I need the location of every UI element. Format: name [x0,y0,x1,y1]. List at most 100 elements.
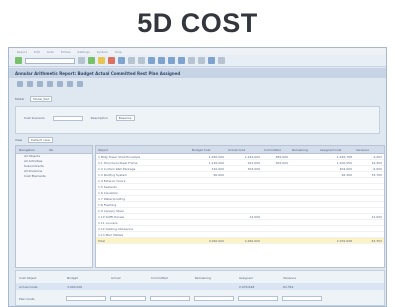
grid-cell-object: 1.9 Canopy Steel [98,208,124,213]
view-row: View Default view [15,137,53,143]
summary-input[interactable] [110,296,146,301]
summary-input[interactable] [150,296,190,301]
refresh-icon[interactable] [27,80,33,87]
summary-cell: 63,352 [283,284,294,289]
model-row: Model Model_Part [15,96,53,102]
grid-cell-object: 1.3 Roofing System [98,172,128,177]
grid-cell-object: 1.6 Insulation [98,190,119,195]
scenario-dropdown[interactable] [52,115,83,121]
menubar: Report Edit Goto Extras Settings System … [9,48,386,55]
col-header-budget[interactable]: Budget Cost [190,148,226,152]
command-field[interactable] [25,57,75,64]
tree-item[interactable]: Cost Elements [16,174,92,179]
scenario-label: Cost Scenario [24,116,45,120]
summary-input[interactable] [66,296,106,301]
erp-window: Report Edit Goto Extras Settings System … [8,47,387,307]
application-toolbar [9,79,386,88]
total-row[interactable]: Total 3,040,000 2,460,000 2,976,648 63,352 [96,238,384,244]
grid-cell-value: 12,000 [249,214,261,219]
summary-cell: 2,976,648 [239,284,255,289]
grid-cell-value: 33,700 [371,172,383,177]
dropdown-icon[interactable] [78,57,85,64]
view-label: View [15,138,23,142]
summary-header: Cost Object Budget Actual Committed Rema… [16,274,384,281]
tree-header: Navigation No. [16,146,92,154]
sort-icon[interactable] [47,80,53,87]
summary-header-assigned: Assigned [239,275,253,280]
tree-header-navigation[interactable]: Navigation [19,148,35,152]
export-icon[interactable] [67,80,73,87]
save-icon[interactable] [88,57,95,64]
description-field[interactable]: Baseline [115,115,135,121]
grid-cell-object: 1.1 Structural Steel Frame [98,160,138,165]
screen-titlebar: Annular Arithmetic Report: Budget Actual… [9,68,386,78]
print-icon[interactable] [118,57,125,64]
summary-input[interactable] [194,296,234,301]
first-page-icon[interactable] [148,57,155,64]
help-icon[interactable] [208,57,215,64]
menu-item-settings[interactable]: Settings [77,50,89,54]
grid-cell-value: 1,450,000 [208,154,224,159]
summary-input[interactable] [238,296,278,301]
grid-cell-object: 1 Bldg Tower Shell Envelope [98,154,141,159]
model-field[interactable]: Model_Part [30,96,53,102]
navigation-tree: Navigation No. All Objects All Activitie… [15,145,93,268]
col-header-object[interactable]: Object [96,148,190,152]
col-header-committed[interactable]: Committed [262,148,290,152]
view-field[interactable]: Default view [28,137,53,143]
settings-icon[interactable] [77,80,83,87]
col-header-variance[interactable]: Variance [354,148,384,152]
summary-header-actual: Actual [111,275,121,280]
selection-panel: Cost Scenario Description Baseline [15,106,380,134]
layout-icon[interactable] [218,57,225,64]
cancel-icon[interactable] [108,57,115,64]
grid-cell-value: 19,450 [371,160,383,165]
summary-row-actual: Actual Costs 3,040,000 2,976,648 63,352 [16,283,384,290]
menu-item-report[interactable]: Report [17,50,27,54]
col-header-assigned[interactable]: Assigned Cost [318,148,354,152]
menu-item-goto[interactable]: Goto [47,50,54,54]
back-icon[interactable] [98,57,105,64]
menu-item-extras[interactable]: Extras [61,50,70,54]
grid-cell-value: 2,460,000 [244,238,260,243]
grid-cell-value: 402,000 [275,160,288,165]
grid-cell-value: 4,202 [373,154,382,159]
model-label: Model [15,97,25,101]
tree-header-no[interactable]: No. [49,148,54,152]
menu-item-help[interactable]: Help [115,50,122,54]
execute-icon[interactable] [17,80,23,87]
menu-item-edit[interactable]: Edit [34,50,40,54]
sum-icon[interactable] [57,80,63,87]
summary-panel: Cost Object Budget Actual Committed Rema… [15,270,385,306]
page-header: 5D COST [0,0,395,47]
summary-header-budget: Budget [67,275,78,280]
grid-cell-value: 60,000 [213,172,225,177]
filter-icon[interactable] [37,80,43,87]
summary-row-plan: Plan Costs [16,295,384,302]
find-icon[interactable] [128,57,135,64]
grid-cell-object: 1.7 Waterproofing [98,196,126,201]
col-header-remaining[interactable]: Remaining [290,148,318,152]
grid-cell-value: 2,976,648 [336,238,352,243]
new-session-icon[interactable] [188,57,195,64]
grid-cell-object: 1.13 Misc Metals [98,232,124,237]
grid-cell-value: 410,000 [211,166,224,171]
prev-page-icon[interactable] [158,57,165,64]
grid-cell-value: 921,000 [247,160,260,165]
grid-cell-value: 26,300 [341,172,353,177]
find-next-icon[interactable] [138,57,145,64]
summary-input[interactable] [282,296,322,301]
last-page-icon[interactable] [178,57,185,64]
shortcut-icon[interactable] [198,57,205,64]
page-title: 5D COST [137,8,258,38]
grid-cell-object: Total [98,238,106,243]
menu-item-system[interactable]: System [97,50,108,54]
col-header-actual[interactable]: Actual Cost [226,148,262,152]
cost-grid: Object Budget Cost Actual Cost Committed… [95,145,385,268]
summary-header-variance: Variance [283,275,296,280]
grid-cell-value: 63,352 [371,238,383,243]
enter-check-icon[interactable] [15,57,22,64]
next-page-icon[interactable] [168,57,175,64]
summary-row-label: Plan Costs [19,296,35,301]
system-toolbar [9,55,386,67]
